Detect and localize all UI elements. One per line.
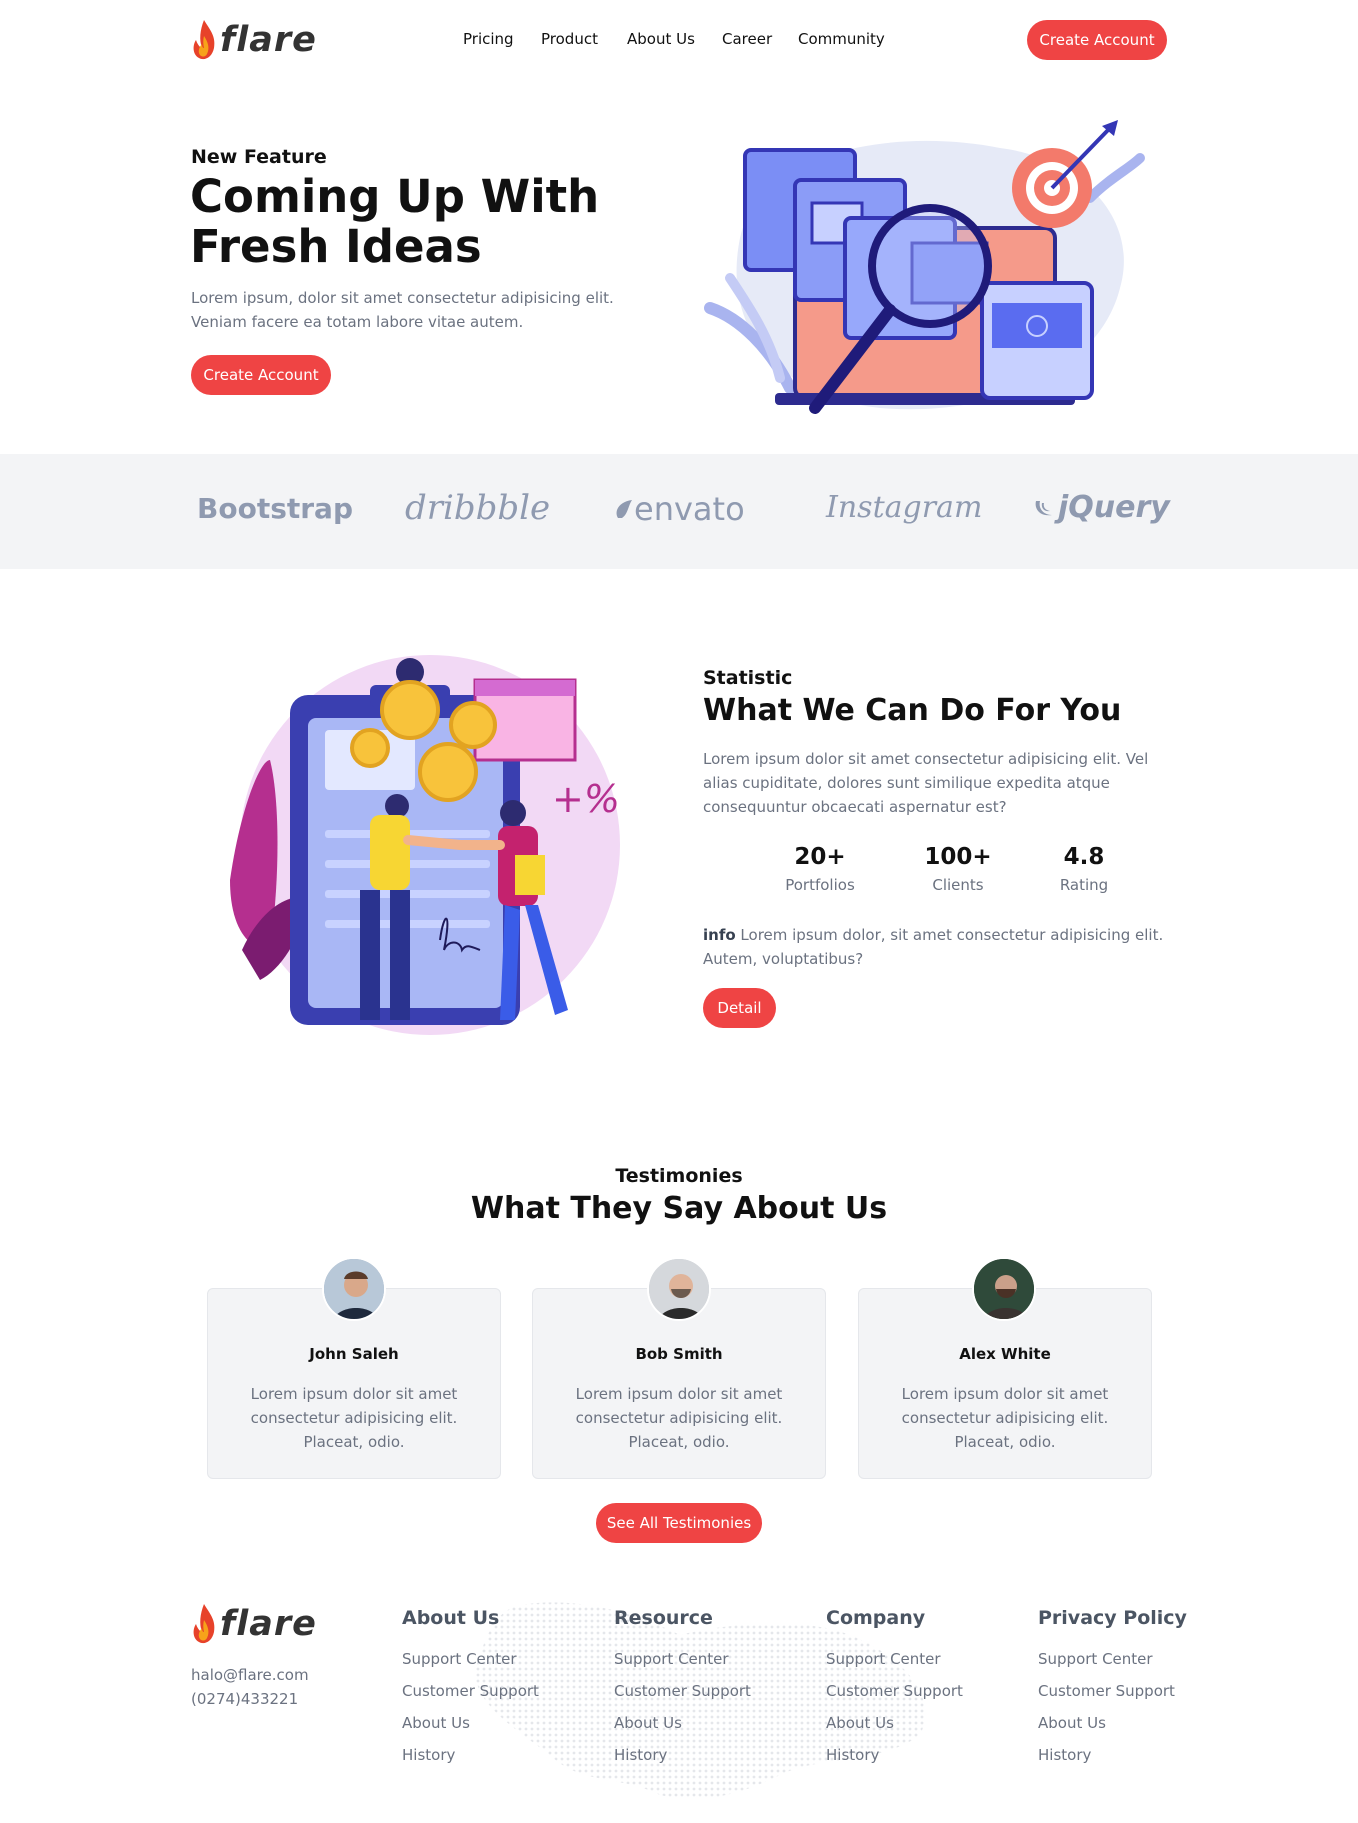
footer-email[interactable]: halo@flare.com (191, 1666, 309, 1684)
footer-column-title: Company (826, 1607, 926, 1629)
avatar (322, 1257, 386, 1321)
stat-rating-label: Rating (1059, 876, 1109, 894)
testimony-text: Lorem ipsum dolor sit amet consectetur a… (901, 1385, 1109, 1451)
footer-link[interactable]: About Us (826, 1707, 963, 1739)
footer-link[interactable]: Support Center (614, 1643, 751, 1675)
statistic-info-label: info (703, 926, 736, 944)
header-create-account-button[interactable]: Create Account (1027, 20, 1167, 60)
statistic-info-text: Lorem ipsum dolor, sit amet consectetur … (703, 926, 1164, 968)
footer-link[interactable]: Customer Support (402, 1675, 539, 1707)
testimonies-eyebrow: Testimonies (615, 1165, 743, 1187)
nav-community[interactable]: Community (798, 30, 885, 48)
testimony-text: Lorem ipsum dolor sit amet consectetur a… (575, 1385, 783, 1451)
statistic-title: What We Can Do For You (703, 693, 1122, 728)
footer-column-resource: Resource Support Center Customer Support… (614, 1607, 751, 1771)
logo[interactable]: flare (190, 18, 317, 62)
footer-logo[interactable]: flare (190, 1602, 317, 1646)
hero-title-line2: Fresh Ideas (190, 220, 482, 273)
stat-clients: 100+ Clients (903, 844, 1013, 894)
stat-rating-value: 4.8 (1063, 844, 1105, 870)
footer-column-title: About Us (402, 1607, 500, 1629)
nav-career[interactable]: Career (722, 30, 772, 48)
statistic-eyebrow: Statistic (703, 667, 793, 689)
jquery-swoosh-icon (1035, 500, 1052, 515)
footer-phone: (0274)433221 (191, 1690, 299, 1708)
footer-link[interactable]: About Us (1038, 1707, 1187, 1739)
footer-link[interactable]: History (614, 1739, 751, 1771)
stat-rating: 4.8 Rating (1029, 844, 1139, 894)
stat-clients-label: Clients (932, 876, 984, 894)
testimony-name: Alex White (959, 1345, 1051, 1363)
footer-link[interactable]: Support Center (826, 1643, 963, 1675)
footer-link[interactable]: Customer Support (614, 1675, 751, 1707)
footer-column-title: Privacy Policy (1038, 1607, 1187, 1629)
statistic-illustration: +% (230, 655, 620, 1035)
brand-envato: envato (614, 490, 745, 528)
envato-leaf-icon (616, 500, 632, 518)
footer-column-about-us: About Us Support Center Customer Support… (402, 1607, 539, 1771)
hero-title-line1: Coming Up With (190, 170, 600, 223)
nav-pricing[interactable]: Pricing (463, 30, 514, 48)
footer-link[interactable]: History (402, 1739, 539, 1771)
nav-product[interactable]: Product (541, 30, 598, 48)
hero-title: Coming Up With Fresh Ideas (190, 172, 599, 272)
avatar (972, 1257, 1036, 1321)
footer-link[interactable]: About Us (402, 1707, 539, 1739)
statistic-info: info Lorem ipsum dolor, sit amet consect… (703, 923, 1193, 971)
brand-instagram: Instagram (826, 490, 983, 525)
hero-description: Lorem ipsum, dolor sit amet consectetur … (191, 289, 614, 331)
stat-portfolios: 20+ Portfolios (765, 844, 875, 894)
footer-link[interactable]: History (1038, 1739, 1187, 1771)
stat-portfolios-label: Portfolios (785, 876, 855, 894)
flame-icon (193, 20, 215, 60)
statistic-description: Lorem ipsum dolor sit amet consectetur a… (703, 750, 1149, 816)
plus-percent-label: +% (552, 777, 620, 821)
footer-link[interactable]: History (826, 1739, 963, 1771)
footer-column-company: Company Support Center Customer Support … (826, 1607, 963, 1771)
footer-column-privacy-policy: Privacy Policy Support Center Customer S… (1038, 1607, 1187, 1771)
logo-text: flare (220, 20, 317, 60)
brand-jquery-text: jQuery (1058, 490, 1170, 525)
brand-jquery: jQuery (1032, 490, 1170, 525)
testimony-name: Bob Smith (635, 1345, 723, 1363)
avatar (647, 1257, 711, 1321)
footer-link[interactable]: Customer Support (1038, 1675, 1187, 1707)
nav-about-us[interactable]: About Us (627, 30, 695, 48)
brand-bootstrap: Bootstrap (197, 492, 353, 525)
hero-create-account-button[interactable]: Create Account (191, 355, 331, 395)
footer-link[interactable]: Support Center (1038, 1643, 1187, 1675)
hero-eyebrow: New Feature (191, 146, 327, 168)
flame-icon (193, 1604, 215, 1644)
see-all-testimonies-button[interactable]: See All Testimonies (596, 1503, 762, 1543)
testimony-text: Lorem ipsum dolor sit amet consectetur a… (250, 1385, 458, 1451)
brand-envato-text: envato (634, 490, 745, 528)
footer-column-title: Resource (614, 1607, 713, 1629)
footer-link[interactable]: Support Center (402, 1643, 539, 1675)
stat-portfolios-value: 20+ (794, 844, 846, 870)
hero-illustration (704, 120, 1145, 414)
stat-clients-value: 100+ (924, 844, 992, 870)
footer-link[interactable]: About Us (614, 1707, 751, 1739)
detail-button[interactable]: Detail (703, 988, 776, 1028)
footer-link[interactable]: Customer Support (826, 1675, 963, 1707)
footer-logo-text: flare (220, 1604, 317, 1644)
brand-dribbble: dribbble (405, 488, 551, 528)
testimony-name: John Saleh (309, 1345, 399, 1363)
testimonies-title: What They Say About Us (470, 1191, 888, 1226)
